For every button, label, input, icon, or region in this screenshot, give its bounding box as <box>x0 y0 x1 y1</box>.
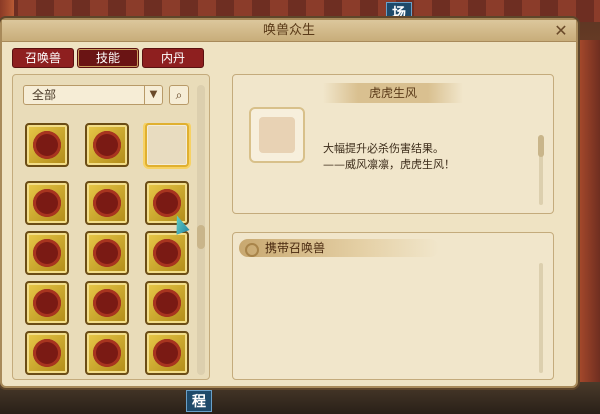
crane-icon <box>33 239 61 267</box>
phoenix-icon <box>33 131 61 159</box>
skill-desc-scroll-thumb[interactable] <box>538 135 544 157</box>
skill-cell-crane[interactable] <box>25 231 69 275</box>
summon-window: 唤兽众生 ✕ 召唤兽 技能 内丹 全部 ▼ ⌕ 虎虎生风 大幅提升必杀伤害结果。… <box>0 18 578 388</box>
shield-icon <box>33 289 61 317</box>
search-icon[interactable]: ⌕ <box>169 85 189 105</box>
skill-detail-panel: 虎虎生风 大幅提升必杀伤害结果。 ——威风凛凛，虎虎生风！ <box>232 74 554 214</box>
skill-desc-line-2: ——威风凛凛，虎虎生风！ <box>323 158 455 171</box>
fox-icon <box>93 289 121 317</box>
skill-cell-shield[interactable] <box>25 281 69 325</box>
tab-skills[interactable]: 技能 <box>77 48 139 68</box>
location-sign-bottom: 程 <box>186 390 212 412</box>
skill-cell-beast[interactable] <box>85 123 129 167</box>
cat-icon <box>93 339 121 367</box>
skill-cell-tiger[interactable] <box>85 181 129 225</box>
skill-description: 大幅提升必杀伤害结果。 ——威风凛凛，虎虎生风！ <box>323 141 543 173</box>
skill-icon-slot <box>259 117 295 153</box>
skill-cell-cat[interactable] <box>85 331 129 375</box>
skill-cell-dragon[interactable] <box>25 181 69 225</box>
skill-cell-phoenix[interactable] <box>25 123 69 167</box>
carry-summon-panel: 携带召唤兽 <box>232 232 554 380</box>
tab-summon[interactable]: 召唤兽 <box>12 48 74 68</box>
skill-cell-selected[interactable] <box>145 123 189 167</box>
skill-cell-scroll[interactable] <box>25 331 69 375</box>
chevron-down-icon[interactable]: ▼ <box>144 86 162 104</box>
skill-list-scrollbar[interactable] <box>197 85 205 375</box>
skill-cell-fox[interactable] <box>85 281 129 325</box>
skill-cell-crescent[interactable] <box>145 231 189 275</box>
tiger-icon <box>93 189 121 217</box>
window-title: 唤兽众生 <box>262 23 315 38</box>
serpent-icon <box>153 339 181 367</box>
skill-desc-scrollbar[interactable] <box>538 135 544 205</box>
scroll-thumb[interactable] <box>197 225 205 249</box>
category-dropdown[interactable]: 全部 ▼ <box>23 85 163 105</box>
skill-cell-bird[interactable] <box>85 231 129 275</box>
tab-bar: 召唤兽 技能 内丹 <box>12 48 204 68</box>
close-icon[interactable]: ✕ <box>552 22 570 40</box>
right-pillar <box>578 40 600 414</box>
carry-summon-scrollbar[interactable] <box>539 263 543 373</box>
skill-cell-serpent[interactable] <box>145 331 189 375</box>
skill-name: 虎虎生风 <box>323 83 463 103</box>
skill-desc-line-1: 大幅提升必杀伤害结果。 <box>323 142 444 155</box>
skill-detail-icon <box>249 107 305 163</box>
tab-inner-core[interactable]: 内丹 <box>142 48 204 68</box>
skill-cell-curse[interactable] <box>145 281 189 325</box>
beast-icon <box>93 131 121 159</box>
dragon-icon <box>33 189 61 217</box>
skill-list-panel: 全部 ▼ ⌕ <box>12 74 210 380</box>
dropdown-value: 全部 <box>32 88 57 102</box>
carry-summon-header: 携带召唤兽 <box>239 239 439 257</box>
window-titlebar: 唤兽众生 ✕ <box>2 20 576 42</box>
scroll-icon <box>33 339 61 367</box>
skill-grid <box>25 123 195 378</box>
skill-cell-flame[interactable] <box>145 181 189 225</box>
bird-icon <box>93 239 121 267</box>
crescent-icon <box>153 239 181 267</box>
curse-icon <box>153 289 181 317</box>
flame-icon <box>153 189 181 217</box>
